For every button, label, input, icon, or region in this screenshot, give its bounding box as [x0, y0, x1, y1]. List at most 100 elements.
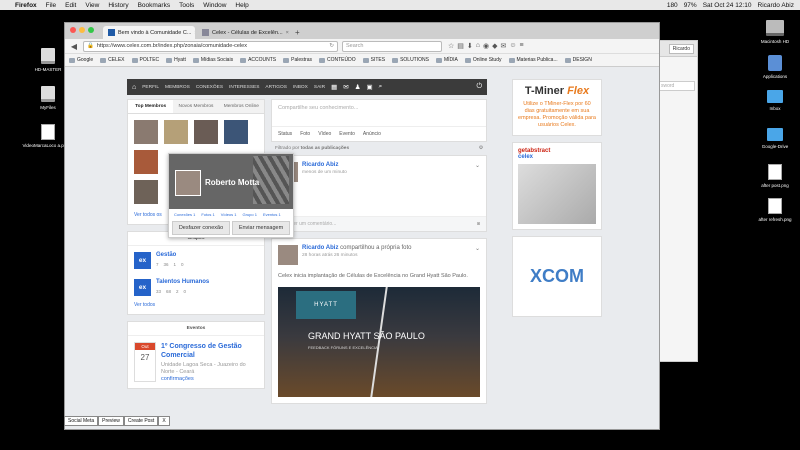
desktop-icon-inbox[interactable]: Inbox: [745, 90, 800, 112]
feed-filter[interactable]: Filtrado por todas as publicações ⚙: [271, 142, 487, 155]
bookmark-celex[interactable]: CELEX: [100, 57, 125, 63]
stat-conexoes[interactable]: Conexões 1: [174, 212, 195, 217]
taskbar-create-post[interactable]: Create Post: [123, 416, 159, 426]
menu-file[interactable]: File: [46, 2, 56, 9]
nav-sair[interactable]: SAIR: [314, 85, 325, 90]
event-item[interactable]: Out 27 1º Congresso de Gestão Comercial …: [128, 336, 264, 388]
menu-view[interactable]: View: [85, 2, 99, 9]
member-avatar[interactable]: [134, 150, 158, 174]
grid-icon[interactable]: ▦: [331, 83, 337, 91]
user-name[interactable]: Ricardo Abiz: [758, 2, 795, 9]
chevron-down-icon[interactable]: ⌄: [475, 245, 480, 252]
composer-tab-video[interactable]: Vídeo: [318, 131, 331, 137]
stat-fotos[interactable]: Fotos 1: [201, 212, 214, 217]
post-author[interactable]: Ricardo Abiz: [302, 245, 338, 251]
tab-novos-membros[interactable]: Novos Membros: [173, 100, 219, 113]
ad-tminer[interactable]: T-Miner Flex Utilize o TMiner-Flex por 6…: [512, 79, 602, 136]
member-avatar[interactable]: [164, 120, 188, 144]
ad-xcom[interactable]: XCOM: [512, 235, 602, 317]
taskbar-preview[interactable]: Preview: [98, 416, 124, 426]
bookmark-online-study[interactable]: Online Study: [464, 57, 502, 63]
bookmark-midia[interactable]: MÍDIA: [435, 57, 458, 63]
menu-app-firefox[interactable]: Firefox: [15, 2, 37, 9]
composer-tab-status[interactable]: Status: [278, 131, 292, 137]
post-author-avatar[interactable]: [278, 245, 298, 265]
desktop-icon-applications[interactable]: Applications: [745, 55, 800, 80]
stat-eventos[interactable]: Eventos 1: [263, 212, 281, 217]
composer-tab-anuncio[interactable]: Anúncio: [363, 131, 381, 137]
reading-list-icon[interactable]: ▤: [457, 42, 464, 50]
home-icon[interactable]: ⌂: [132, 84, 136, 91]
bookmark-palestras[interactable]: Palestras: [283, 57, 312, 63]
search-icon[interactable]: ⌕: [379, 83, 383, 91]
nav-artigos[interactable]: ARTIGOS: [265, 85, 287, 90]
hover-card-avatar[interactable]: [175, 170, 201, 196]
star-icon[interactable]: ☆: [448, 42, 454, 50]
composer-tab-evento[interactable]: Evento: [339, 131, 355, 137]
desktop-icon-after-post[interactable]: after post.png: [745, 164, 800, 189]
stat-videos[interactable]: Vídeos 1: [221, 212, 237, 217]
back-button[interactable]: ◀: [69, 42, 79, 51]
chat-icon[interactable]: ✉: [343, 83, 348, 91]
extension-icon[interactable]: ◆: [492, 42, 497, 50]
disconnect-button[interactable]: Desfazer conexão: [172, 221, 230, 235]
chat-icon[interactable]: ☺: [509, 42, 516, 50]
pocket-icon[interactable]: ◉: [483, 42, 489, 50]
home-icon[interactable]: ⌂: [476, 42, 480, 50]
bookmark-design[interactable]: DESIGN: [564, 57, 592, 63]
reload-icon[interactable]: ↻: [329, 43, 334, 49]
close-tab-icon[interactable]: ×: [286, 30, 289, 36]
search-input[interactable]: Search: [342, 40, 442, 52]
background-window-input[interactable]: sword: [657, 81, 695, 91]
chevron-down-icon[interactable]: ⌄: [475, 162, 480, 169]
menu-bookmarks[interactable]: Bookmarks: [138, 2, 171, 9]
bookmark-hyatt[interactable]: Hyatt: [166, 57, 186, 63]
bookmark-accounts[interactable]: ACCOUNTS: [240, 57, 276, 63]
taskbar-close[interactable]: X: [158, 416, 170, 426]
power-icon[interactable]: ⏻: [476, 83, 482, 91]
menu-edit[interactable]: Edit: [65, 2, 76, 9]
tab-membros-online[interactable]: Membros Online: [218, 100, 264, 113]
user-icon[interactable]: ♟: [355, 83, 361, 91]
battery-status[interactable]: 97%: [684, 2, 697, 9]
bookmark-solutions[interactable]: SOLUTIONS: [392, 57, 429, 63]
mail-icon[interactable]: ✉: [501, 42, 507, 50]
composer-input[interactable]: Compartilhe seu conhecimento...: [272, 100, 486, 126]
tab-top-membros[interactable]: Top Membros: [128, 100, 174, 113]
menu-window[interactable]: Window: [203, 2, 226, 9]
group-name[interactable]: Gestão: [156, 252, 184, 258]
nav-inbox[interactable]: INBOX: [293, 85, 308, 90]
status-mail-count[interactable]: 180: [667, 2, 678, 9]
close-window-button[interactable]: [70, 27, 76, 33]
composer-tab-foto[interactable]: Foto: [300, 131, 310, 137]
desktop-icon-google-drive[interactable]: Google-Drive: [745, 128, 800, 150]
desktop-icon-after-refresh[interactable]: after refresh.png: [745, 198, 800, 223]
member-avatar[interactable]: [134, 120, 158, 144]
bookmark-poltec[interactable]: POLTEC: [131, 57, 159, 63]
settings-icon[interactable]: ⚙: [479, 146, 483, 151]
send-message-button[interactable]: Enviar mensagem: [232, 221, 290, 235]
close-tab-icon[interactable]: ×: [194, 30, 195, 36]
bookmark-materias[interactable]: Materias Publica...: [508, 57, 558, 63]
bookmark-google[interactable]: Google: [69, 57, 93, 63]
post-author[interactable]: Ricardo Abiz: [302, 162, 347, 168]
new-tab-button[interactable]: +: [291, 26, 304, 39]
ad-getabstract[interactable]: getabstract celex: [512, 141, 602, 230]
url-bar[interactable]: 🔒 https://www.celex.com.br/index.php/zon…: [83, 40, 338, 52]
event-confirmations-link[interactable]: confirmações: [161, 376, 258, 382]
nav-conexoes[interactable]: CONEXÕES: [196, 85, 223, 90]
nav-interesses[interactable]: INTERESSES: [229, 85, 259, 90]
menu-icon[interactable]: ≡: [520, 42, 524, 50]
notification-icon[interactable]: ▣: [367, 83, 373, 91]
download-icon[interactable]: ⬇: [467, 42, 473, 50]
zoom-window-button[interactable]: [88, 27, 94, 33]
post-image[interactable]: HYATT GRAND HYATT SÃO PAULO FEEDBACK FÓR…: [278, 286, 480, 397]
bookmark-conteudo[interactable]: CONTEÚDO: [318, 57, 356, 63]
desktop-icon-macintosh-hd[interactable]: Macintosh HD: [745, 20, 800, 45]
see-all-groups-link[interactable]: Ver todos: [128, 300, 264, 314]
menu-history[interactable]: History: [108, 2, 128, 9]
tab-celex-celulas[interactable]: Celex - Células de Excelên... ×: [197, 26, 289, 39]
comment-input[interactable]: Escrever um comentário... ◙: [272, 216, 486, 231]
member-avatar[interactable]: [224, 120, 248, 144]
bookmark-sites[interactable]: SITES: [362, 57, 385, 63]
